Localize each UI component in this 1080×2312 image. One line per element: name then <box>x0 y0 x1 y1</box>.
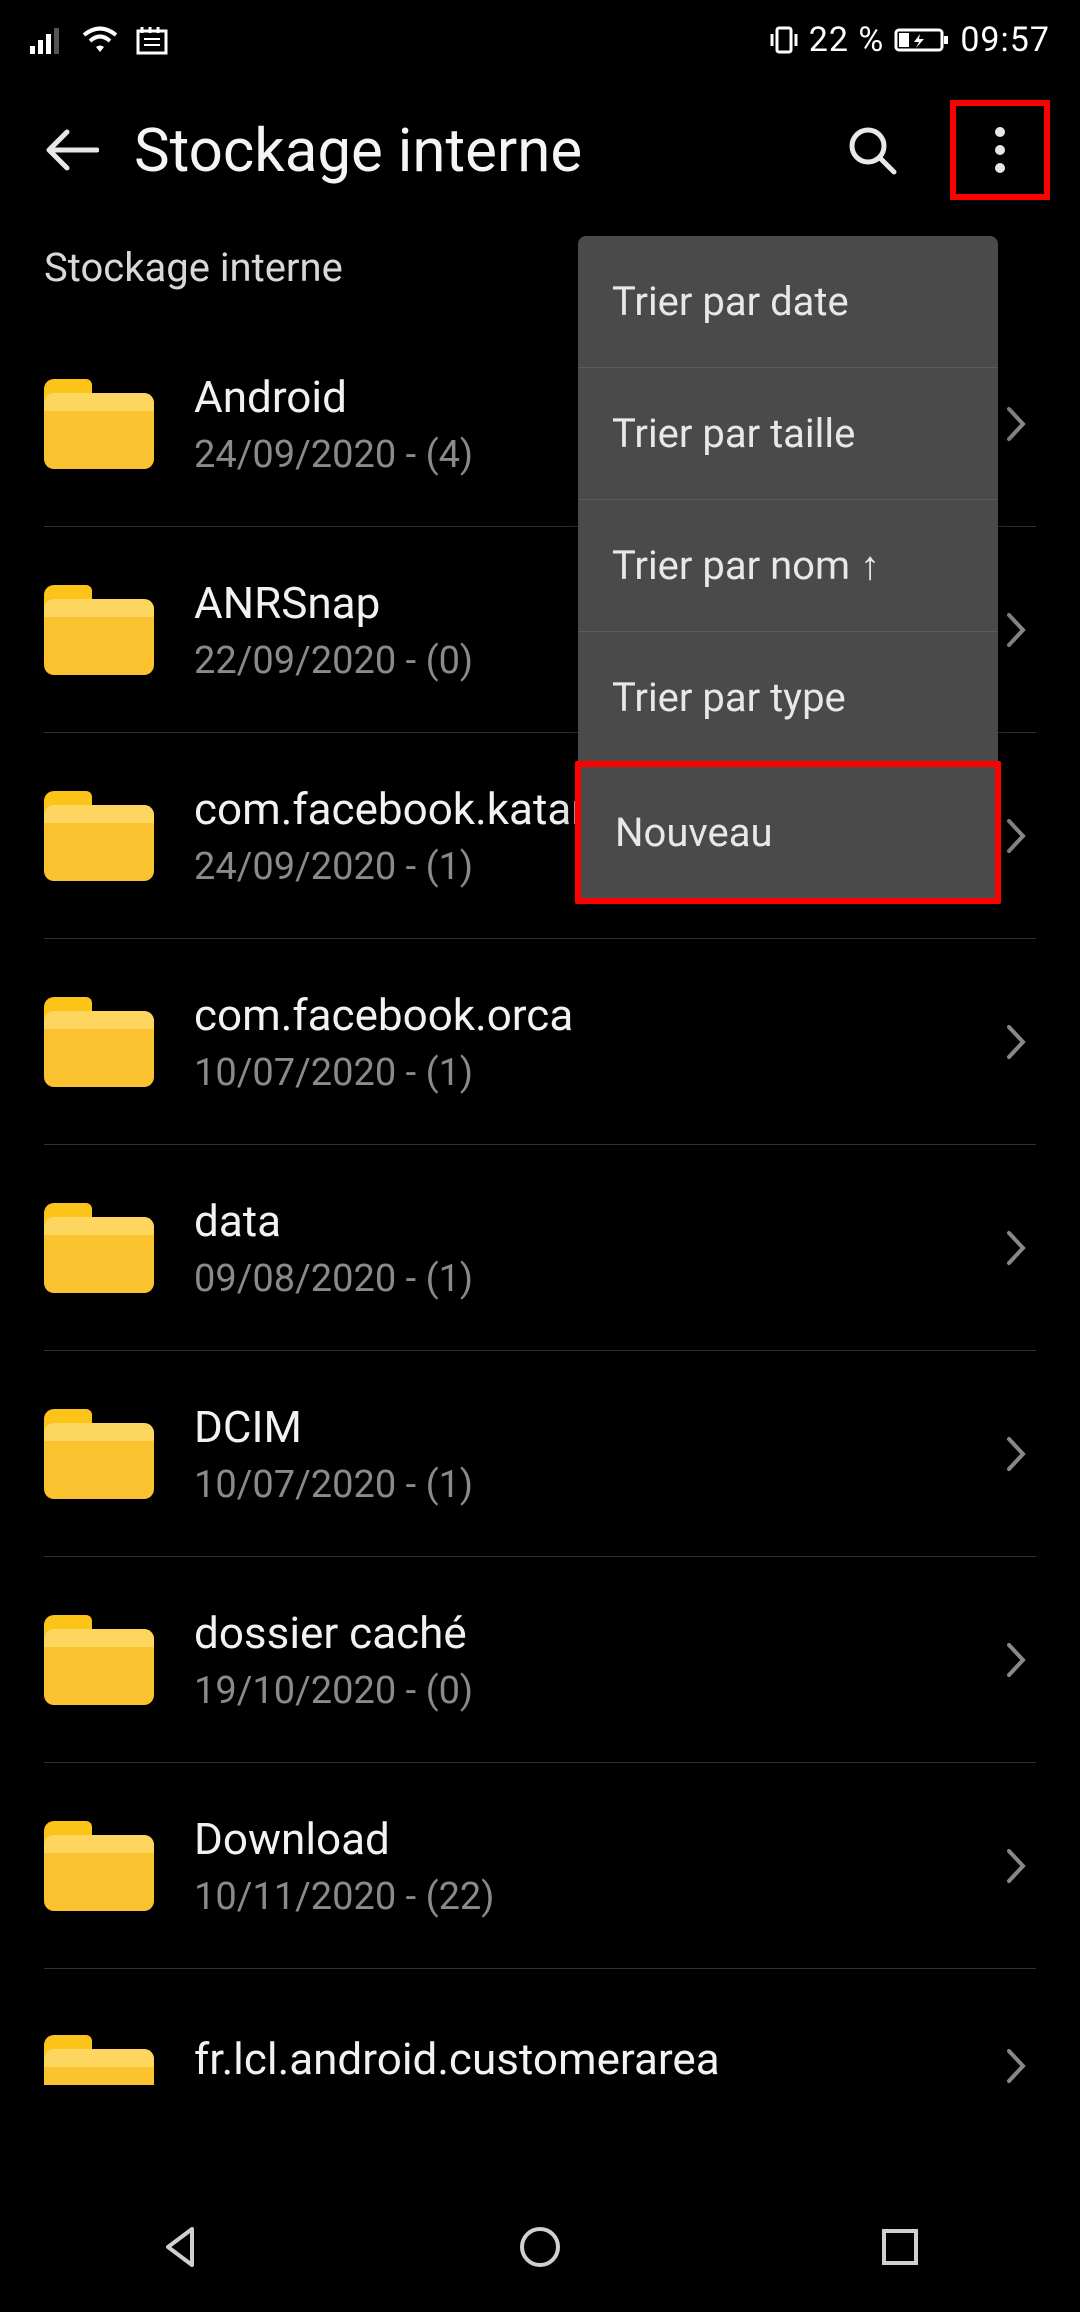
folder-row[interactable]: DCIM 10/07/2020 - (1) <box>44 1351 1036 1557</box>
folder-meta: 10/07/2020 - (1) <box>194 1463 956 1507</box>
battery-percent: 22 % <box>809 20 885 60</box>
folder-name: DCIM <box>194 1401 956 1453</box>
folder-row[interactable]: com.facebook.orca 10/07/2020 - (1) <box>44 939 1036 1145</box>
news-icon <box>136 25 168 55</box>
back-button[interactable] <box>36 115 106 185</box>
folder-icon <box>44 997 154 1087</box>
folder-icon <box>44 1203 154 1293</box>
chevron-right-icon <box>996 2047 1036 2085</box>
chevron-right-icon <box>996 611 1036 649</box>
folder-icon <box>44 1821 154 1911</box>
folder-icon <box>44 791 154 881</box>
folder-icon <box>44 1409 154 1499</box>
vibrate-icon <box>769 24 799 56</box>
folder-name: Download <box>194 1813 956 1865</box>
menu-sort-size[interactable]: Trier par taille <box>578 368 998 500</box>
chevron-right-icon <box>996 1435 1036 1473</box>
folder-text: com.facebook.orca 10/07/2020 - (1) <box>194 989 956 1095</box>
search-button[interactable] <box>832 110 912 190</box>
folder-name: data <box>194 1195 956 1247</box>
folder-name: fr.lcl.android.customerarea <box>194 2033 956 2085</box>
menu-sort-date[interactable]: Trier par date <box>578 236 998 368</box>
folder-text: DCIM 10/07/2020 - (1) <box>194 1401 956 1507</box>
folder-text: Download 10/11/2020 - (22) <box>194 1813 956 1919</box>
clock: 09:57 <box>960 20 1050 60</box>
folder-meta: 10/07/2020 - (1) <box>194 1051 956 1095</box>
folder-meta: 10/11/2020 - (22) <box>194 1875 956 1919</box>
menu-sort-name[interactable]: Trier par nom ↑ <box>578 500 998 632</box>
folder-meta: 09/08/2020 - (1) <box>194 1257 956 1301</box>
nav-back-button[interactable] <box>120 2207 240 2287</box>
nav-home-button[interactable] <box>480 2207 600 2287</box>
folder-row[interactable]: Download 10/11/2020 - (22) <box>44 1763 1036 1969</box>
folder-text: fr.lcl.android.customerarea <box>194 2033 956 2085</box>
folder-icon <box>44 2035 154 2085</box>
chevron-right-icon <box>996 1847 1036 1885</box>
app-bar: Stockage interne <box>0 80 1080 220</box>
chevron-right-icon <box>996 405 1036 443</box>
folder-row[interactable]: dossier caché 19/10/2020 - (0) <box>44 1557 1036 1763</box>
menu-sort-type[interactable]: Trier par type <box>578 632 998 764</box>
chevron-right-icon <box>996 817 1036 855</box>
status-right: 22 % 09:57 <box>769 20 1050 60</box>
menu-new[interactable]: Nouveau <box>575 761 1001 904</box>
page-title: Stockage interne <box>134 115 804 186</box>
status-left <box>30 25 168 55</box>
folder-meta: 19/10/2020 - (0) <box>194 1669 956 1713</box>
battery-icon <box>894 26 950 54</box>
chevron-right-icon <box>996 1229 1036 1267</box>
nav-recent-button[interactable] <box>840 2207 960 2287</box>
wifi-icon <box>82 26 118 54</box>
options-dropdown: Trier par date Trier par taille Trier pa… <box>578 236 998 901</box>
folder-name: com.facebook.orca <box>194 989 956 1041</box>
signal-icon <box>30 26 64 54</box>
more-options-button[interactable] <box>950 100 1050 200</box>
folder-icon <box>44 379 154 469</box>
folder-icon <box>44 1615 154 1705</box>
chevron-right-icon <box>996 1641 1036 1679</box>
folder-text: dossier caché 19/10/2020 - (0) <box>194 1607 956 1713</box>
system-nav-bar <box>0 2182 1080 2312</box>
chevron-right-icon <box>996 1023 1036 1061</box>
folder-row[interactable]: data 09/08/2020 - (1) <box>44 1145 1036 1351</box>
folder-name: dossier caché <box>194 1607 956 1659</box>
folder-text: data 09/08/2020 - (1) <box>194 1195 956 1301</box>
folder-row[interactable]: fr.lcl.android.customerarea <box>44 1969 1036 2089</box>
folder-icon <box>44 585 154 675</box>
status-bar: 22 % 09:57 <box>0 0 1080 80</box>
